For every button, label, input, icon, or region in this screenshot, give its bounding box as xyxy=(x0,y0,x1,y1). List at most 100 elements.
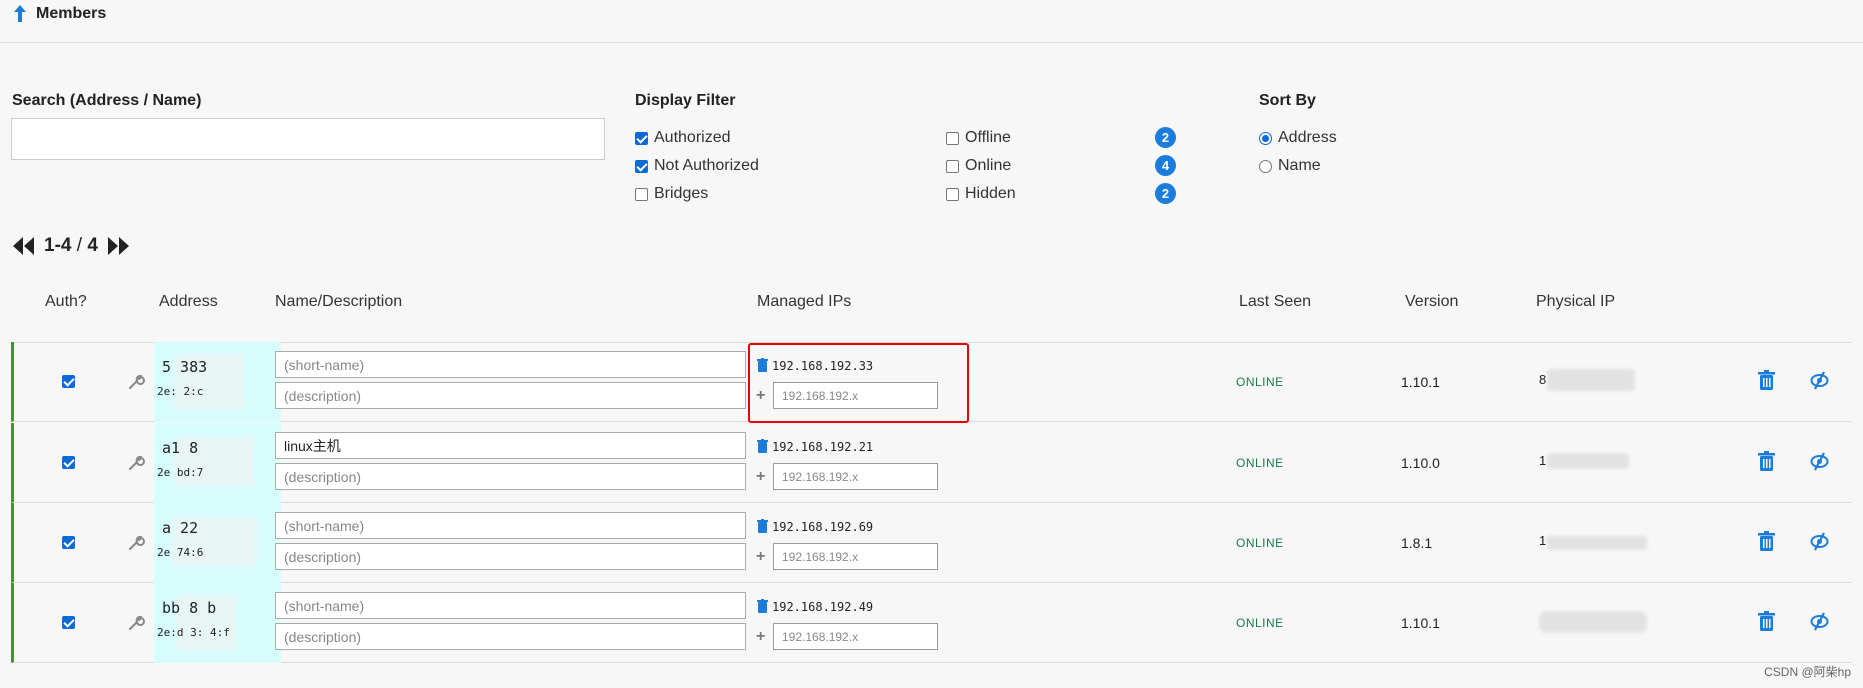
authorize-checkbox[interactable] xyxy=(62,616,75,629)
radio[interactable] xyxy=(1259,159,1272,173)
plus-icon[interactable]: + xyxy=(756,387,765,405)
checkbox[interactable] xyxy=(635,159,648,173)
sort-by-label: Sort By xyxy=(1259,92,1316,109)
wrench-icon[interactable] xyxy=(127,373,145,391)
plus-icon[interactable]: + xyxy=(756,468,765,486)
authorize-checkbox[interactable] xyxy=(62,375,75,388)
short-name-input[interactable]: linux主机 xyxy=(275,432,746,459)
add-ip-input[interactable]: 192.168.192.x xyxy=(773,623,938,650)
authorize-checkbox[interactable] xyxy=(62,536,75,549)
filter-authorized[interactable]: Authorized xyxy=(635,128,731,148)
filter-label: Hidden xyxy=(965,185,1016,202)
checkbox[interactable] xyxy=(946,187,959,201)
checkbox[interactable] xyxy=(946,159,959,173)
page-range-value: 1-4 xyxy=(44,235,72,256)
col-address: Address xyxy=(159,293,218,310)
col-name-description: Name/Description xyxy=(275,293,403,310)
description-input[interactable]: (description) xyxy=(275,463,746,490)
managed-ip: 192.168.192.49 xyxy=(772,600,874,614)
ip-placeholder: 192.168.192.x xyxy=(782,629,859,644)
plus-icon[interactable]: + xyxy=(756,548,765,566)
hide-icon[interactable] xyxy=(1810,612,1829,631)
col-physical-ip: Physical IP xyxy=(1536,293,1616,310)
description-input[interactable]: (description) xyxy=(275,543,746,570)
description-input[interactable]: (description) xyxy=(275,382,746,409)
search-input[interactable] xyxy=(11,118,605,160)
delete-member-icon[interactable] xyxy=(1758,531,1775,551)
last-seen-status: ONLINE xyxy=(1236,616,1284,630)
hide-icon[interactable] xyxy=(1810,452,1829,471)
delete-member-icon[interactable] xyxy=(1758,451,1775,471)
physical-ip: 8 xyxy=(1539,372,1547,387)
filter-label: Not Authorized xyxy=(654,157,759,174)
delete-member-icon[interactable] xyxy=(1758,611,1775,631)
sort-name[interactable]: Name xyxy=(1259,156,1321,176)
arrow-up-icon xyxy=(14,5,26,22)
ip-placeholder: 192.168.192.x xyxy=(782,388,859,403)
managed-ip: 192.168.192.69 xyxy=(772,520,874,534)
table-row: 5 383 2e: 2:c (short-name) (description)… xyxy=(11,342,1851,422)
add-ip-input[interactable]: 192.168.192.x xyxy=(773,382,938,409)
hide-icon[interactable] xyxy=(1810,532,1829,551)
wrench-icon[interactable] xyxy=(127,534,145,552)
filter-not-authorized[interactable]: Not Authorized xyxy=(635,156,759,176)
online-count-badge: 4 xyxy=(1155,155,1176,176)
plus-icon[interactable]: + xyxy=(756,628,765,646)
version: 1.10.0 xyxy=(1401,455,1440,471)
description-input[interactable]: (description) xyxy=(275,623,746,650)
authorize-checkbox[interactable] xyxy=(62,456,75,469)
last-seen-status: ONLINE xyxy=(1236,456,1284,470)
add-ip-input[interactable]: 192.168.192.x xyxy=(773,463,938,490)
hide-icon[interactable] xyxy=(1810,371,1829,390)
checkbox[interactable] xyxy=(946,131,959,145)
first-page-icon[interactable] xyxy=(12,235,36,257)
checkbox[interactable] xyxy=(635,187,648,201)
address-full: 2e:d 3: 4:f xyxy=(157,626,230,639)
address-cell: 5 383 2e: 2:c xyxy=(154,342,281,422)
address-full: 2e 74:6 xyxy=(157,546,204,559)
address-short: 5 383 xyxy=(162,358,208,376)
address-cell: a 22 2e 74:6 xyxy=(154,503,281,583)
filter-offline[interactable]: Offline xyxy=(946,128,1011,148)
wrench-icon[interactable] xyxy=(127,614,145,632)
radio[interactable] xyxy=(1259,131,1272,145)
filter-label: Authorized xyxy=(654,129,731,146)
physical-ip: 1 xyxy=(1539,533,1547,548)
managed-ip: 192.168.192.33 xyxy=(772,359,874,373)
trash-icon[interactable] xyxy=(757,519,768,533)
address-short: bb 8 b xyxy=(162,599,217,617)
display-filter-label: Display Filter xyxy=(635,92,736,109)
address-short: a 22 xyxy=(162,519,199,537)
physical-ip: 1 xyxy=(1539,453,1547,468)
add-ip-input[interactable]: 192.168.192.x xyxy=(773,543,938,570)
page-title: Members xyxy=(36,5,107,22)
ip-placeholder: 192.168.192.x xyxy=(782,469,859,484)
short-name-input[interactable]: (short-name) xyxy=(275,592,746,619)
wrench-icon[interactable] xyxy=(127,454,145,472)
checkbox[interactable] xyxy=(635,131,648,145)
filter-hidden[interactable]: Hidden xyxy=(946,184,1016,204)
trash-icon[interactable] xyxy=(757,599,768,613)
members-header[interactable]: Members xyxy=(0,0,1863,43)
col-managed-ips: Managed IPs xyxy=(757,293,852,310)
trash-icon[interactable] xyxy=(757,358,768,372)
page-separator: / xyxy=(76,235,83,256)
delete-member-icon[interactable] xyxy=(1758,370,1775,390)
filter-label: Offline xyxy=(965,129,1011,146)
last-page-icon[interactable] xyxy=(106,235,130,257)
col-version: Version xyxy=(1405,293,1459,310)
ip-placeholder: 192.168.192.x xyxy=(782,549,859,564)
sort-address[interactable]: Address xyxy=(1259,128,1337,148)
table-row: a 22 2e 74:6 (short-name) (description) … xyxy=(11,503,1851,583)
short-name-input[interactable]: (short-name) xyxy=(275,351,746,378)
filter-online[interactable]: Online xyxy=(946,156,1011,176)
name-value: linux主机 xyxy=(284,437,341,454)
offline-count-badge: 2 xyxy=(1155,127,1176,148)
description-placeholder: (description) xyxy=(284,628,362,645)
trash-icon[interactable] xyxy=(757,439,768,453)
filter-bridges[interactable]: Bridges xyxy=(635,184,708,204)
name-placeholder: (short-name) xyxy=(284,597,365,614)
short-name-input[interactable]: (short-name) xyxy=(275,512,746,539)
col-auth: Auth? xyxy=(45,293,87,310)
col-last-seen: Last Seen xyxy=(1239,293,1312,310)
